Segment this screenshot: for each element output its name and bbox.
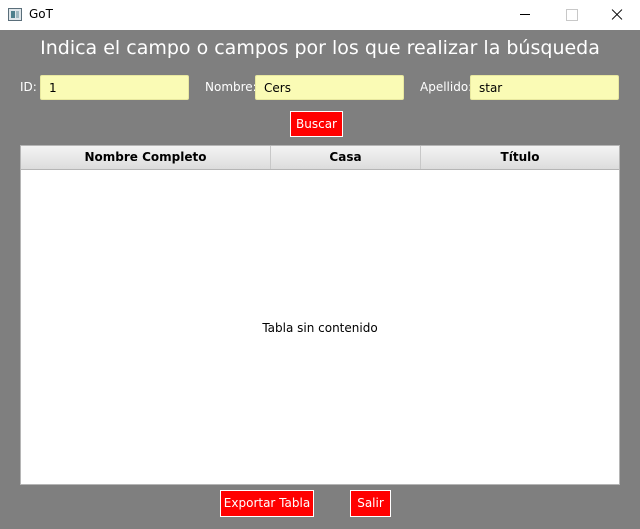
maximize-icon[interactable] [548,0,594,30]
empty-table-message: Tabla sin contenido [262,321,378,335]
apellido-label: Apellido: [420,80,473,94]
nombre-field[interactable] [255,75,404,100]
minimize-icon[interactable] [502,0,548,30]
apellido-field[interactable] [470,75,619,100]
id-field[interactable] [40,75,189,100]
id-label: ID: [20,80,37,94]
table-header: Nombre Completo Casa Título [21,146,619,170]
column-header-nombre-completo[interactable]: Nombre Completo [21,146,271,169]
column-header-titulo[interactable]: Título [421,146,619,169]
nombre-label: Nombre: [205,80,257,94]
buscar-button[interactable]: Buscar [290,111,343,137]
exportar-tabla-button[interactable]: Exportar Tabla [220,490,314,517]
title-bar: GoT [0,0,640,30]
app-icon [8,8,22,21]
close-icon[interactable] [594,0,640,30]
window-title: GoT [29,7,53,21]
salir-button[interactable]: Salir [350,490,391,517]
column-header-casa[interactable]: Casa [271,146,421,169]
results-table[interactable]: Nombre Completo Casa Título Tabla sin co… [20,145,620,485]
page-title: Indica el campo o campos por los que rea… [40,37,600,59]
